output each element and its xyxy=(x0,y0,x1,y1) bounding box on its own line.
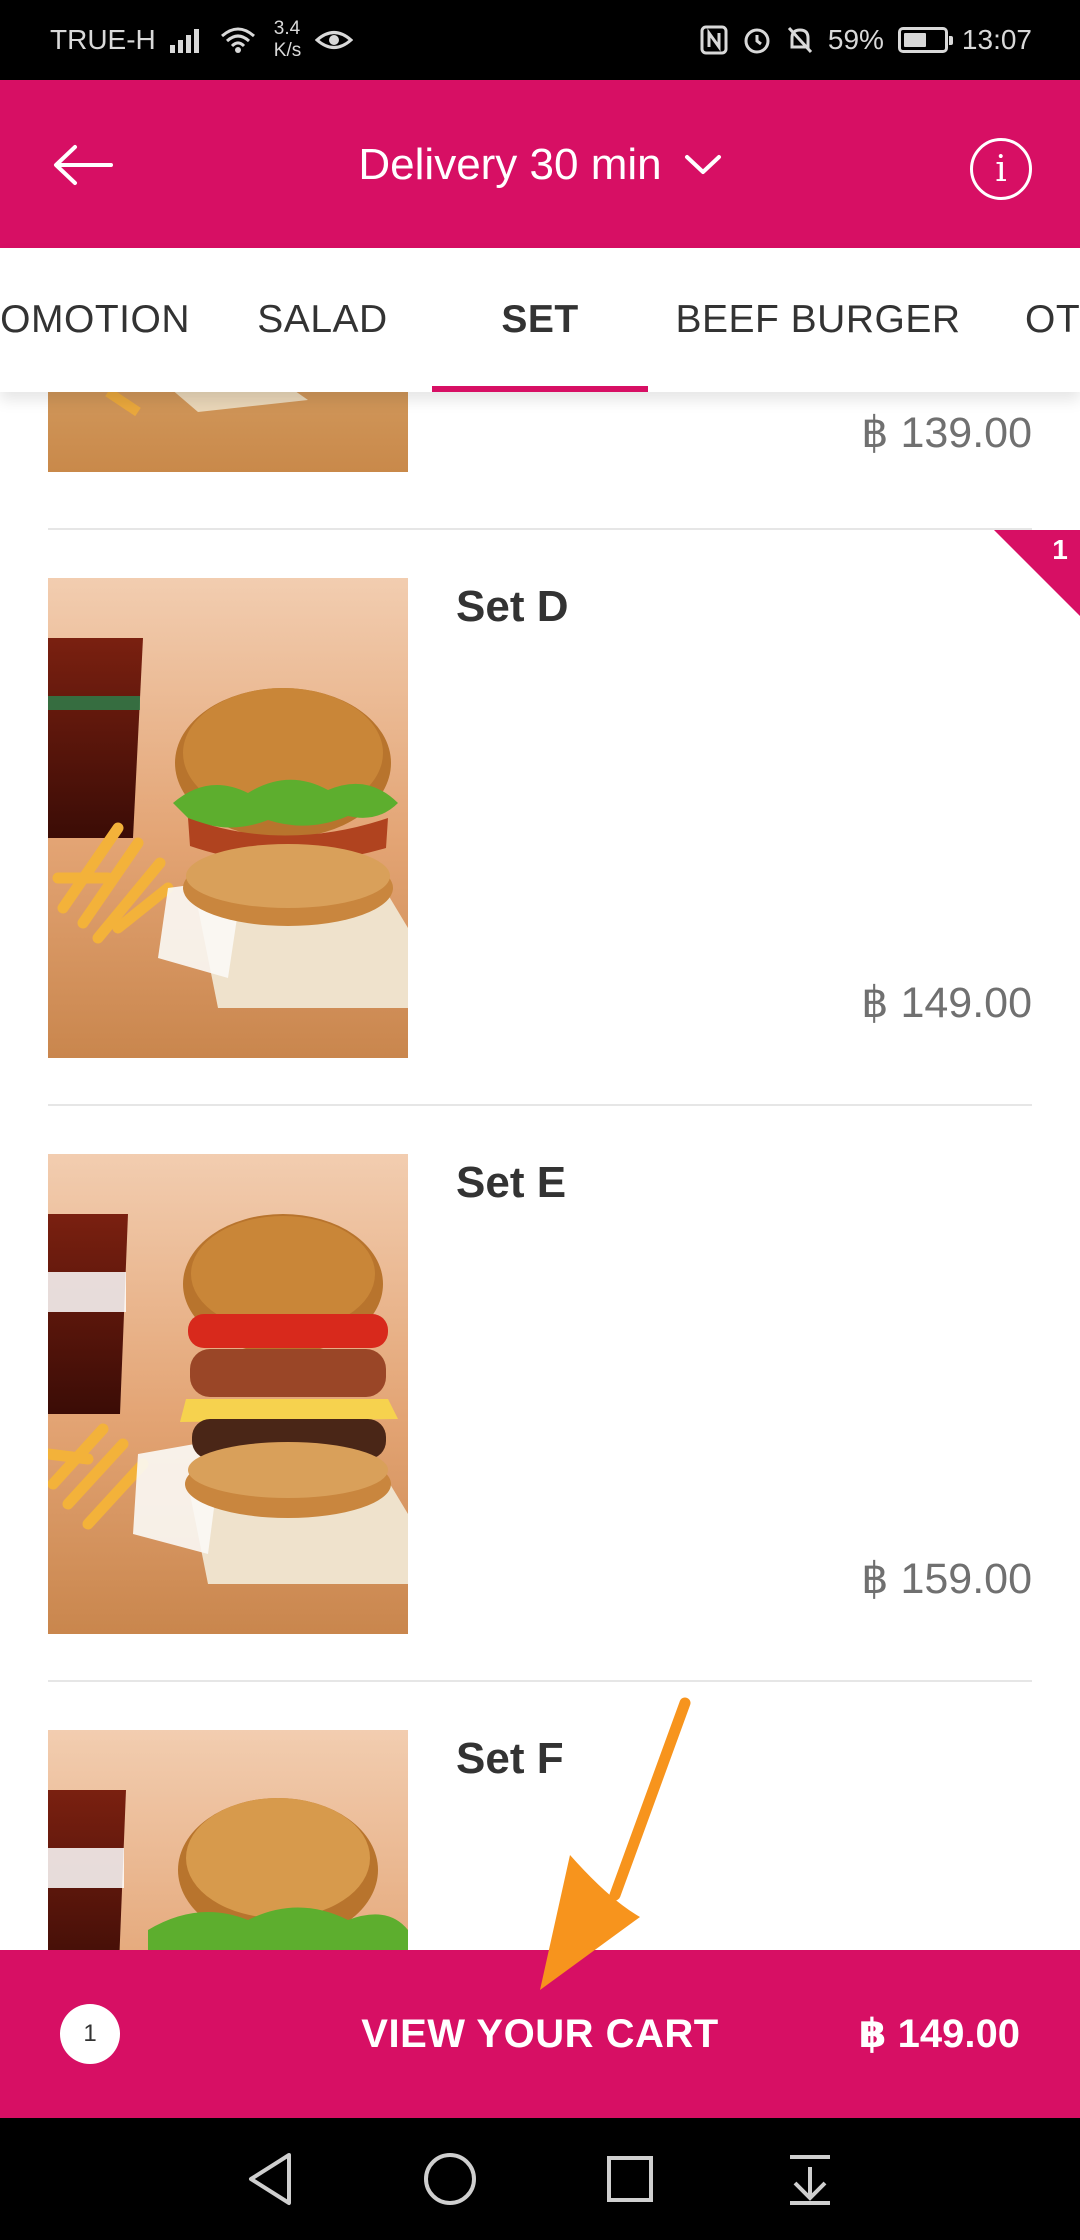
status-right: 59% 13:07 xyxy=(700,24,1032,56)
food-image xyxy=(48,578,408,1058)
eye-icon xyxy=(315,27,354,53)
tab-others[interactable]: OTHERS xyxy=(1025,248,1080,392)
battery-level-fill xyxy=(903,33,926,47)
food-image xyxy=(48,1730,408,1950)
tab-label: SALAD xyxy=(257,298,388,341)
alarm-icon xyxy=(742,25,772,55)
nav-notifications-button[interactable] xyxy=(765,2134,855,2224)
item-price: ฿ 149.00 xyxy=(861,979,1032,1027)
app-bar: Delivery 30 min i xyxy=(0,80,1080,248)
tab-label: SET xyxy=(501,298,579,341)
item-price: ฿ 139.00 xyxy=(861,409,1032,457)
food-image xyxy=(48,392,408,472)
nav-home-button[interactable] xyxy=(405,2134,495,2224)
quantity-badge: 1 xyxy=(994,530,1080,616)
tab-promotion[interactable]: PROMOTION xyxy=(0,248,190,392)
nav-recents-button[interactable] xyxy=(585,2134,675,2224)
wifi-icon xyxy=(220,26,256,54)
battery-icon xyxy=(897,27,953,53)
speed-value: 3.4 xyxy=(273,18,301,39)
speed-unit: K/s xyxy=(273,40,302,61)
item-name: Set F xyxy=(456,1734,564,1783)
nav-back-button[interactable] xyxy=(225,2134,315,2224)
tab-beef-burger[interactable]: BEEF BURGER xyxy=(668,248,968,392)
network-speed: 3.4 K/s xyxy=(274,18,301,62)
menu-item-set-f[interactable]: Set F xyxy=(48,1682,1032,1950)
info-icon: i xyxy=(995,148,1007,190)
signal-icon xyxy=(169,27,206,53)
square-recents-icon xyxy=(607,2156,653,2202)
clock: 13:07 xyxy=(961,24,1032,55)
nfc-icon xyxy=(700,25,728,55)
triangle-back-icon xyxy=(249,2153,291,2205)
item-price: ฿ 159.00 xyxy=(861,1555,1032,1603)
menu-list[interactable]: ฿ 139.00 Set D ฿ 149.00 1 Set E ฿ 159.00… xyxy=(0,392,1080,1950)
system-nav-bar xyxy=(0,2118,1080,2240)
menu-item-set-e[interactable]: Set E ฿ 159.00 xyxy=(48,1106,1032,1682)
page-title: Delivery 30 min xyxy=(358,140,662,189)
carrier-label: TRUE-H xyxy=(50,24,156,55)
view-cart-bar[interactable]: 1 VIEW YOUR CART ฿ 149.00 xyxy=(0,1950,1080,2118)
status-left: TRUE-H 3.4 K/s xyxy=(50,18,354,62)
quantity-badge-count: 1 xyxy=(1052,534,1068,565)
delivery-time-selector[interactable]: Delivery 30 min xyxy=(0,130,1080,200)
menu-item-set-d[interactable]: Set D ฿ 149.00 1 xyxy=(48,530,1080,1106)
status-bar: TRUE-H 3.4 K/s 59% 13:07 xyxy=(0,0,1080,80)
tab-label: PROMOTION xyxy=(0,298,190,341)
menu-item[interactable]: ฿ 139.00 xyxy=(48,392,1032,480)
battery-percent: 59% xyxy=(827,24,884,55)
tab-label: OTHERS xyxy=(1025,298,1080,341)
tab-label: BEEF BURGER xyxy=(675,298,961,341)
active-tab-indicator xyxy=(432,386,648,392)
cart-total: ฿ 149.00 xyxy=(858,2012,1020,2056)
item-name: Set E xyxy=(456,1158,567,1207)
category-tabs: PROMOTION SALAD SET BEEF BURGER OTHERS xyxy=(0,248,1080,392)
mute-bell-icon xyxy=(786,25,814,55)
chevron-down-icon xyxy=(684,155,721,174)
item-name: Set D xyxy=(456,582,569,631)
pull-down-icon xyxy=(790,2155,830,2205)
info-button[interactable]: i xyxy=(970,138,1032,200)
tab-set[interactable]: SET xyxy=(432,248,648,392)
circle-home-icon xyxy=(424,2153,476,2205)
tab-salad[interactable]: SALAD xyxy=(215,248,430,392)
food-image xyxy=(48,1154,408,1634)
